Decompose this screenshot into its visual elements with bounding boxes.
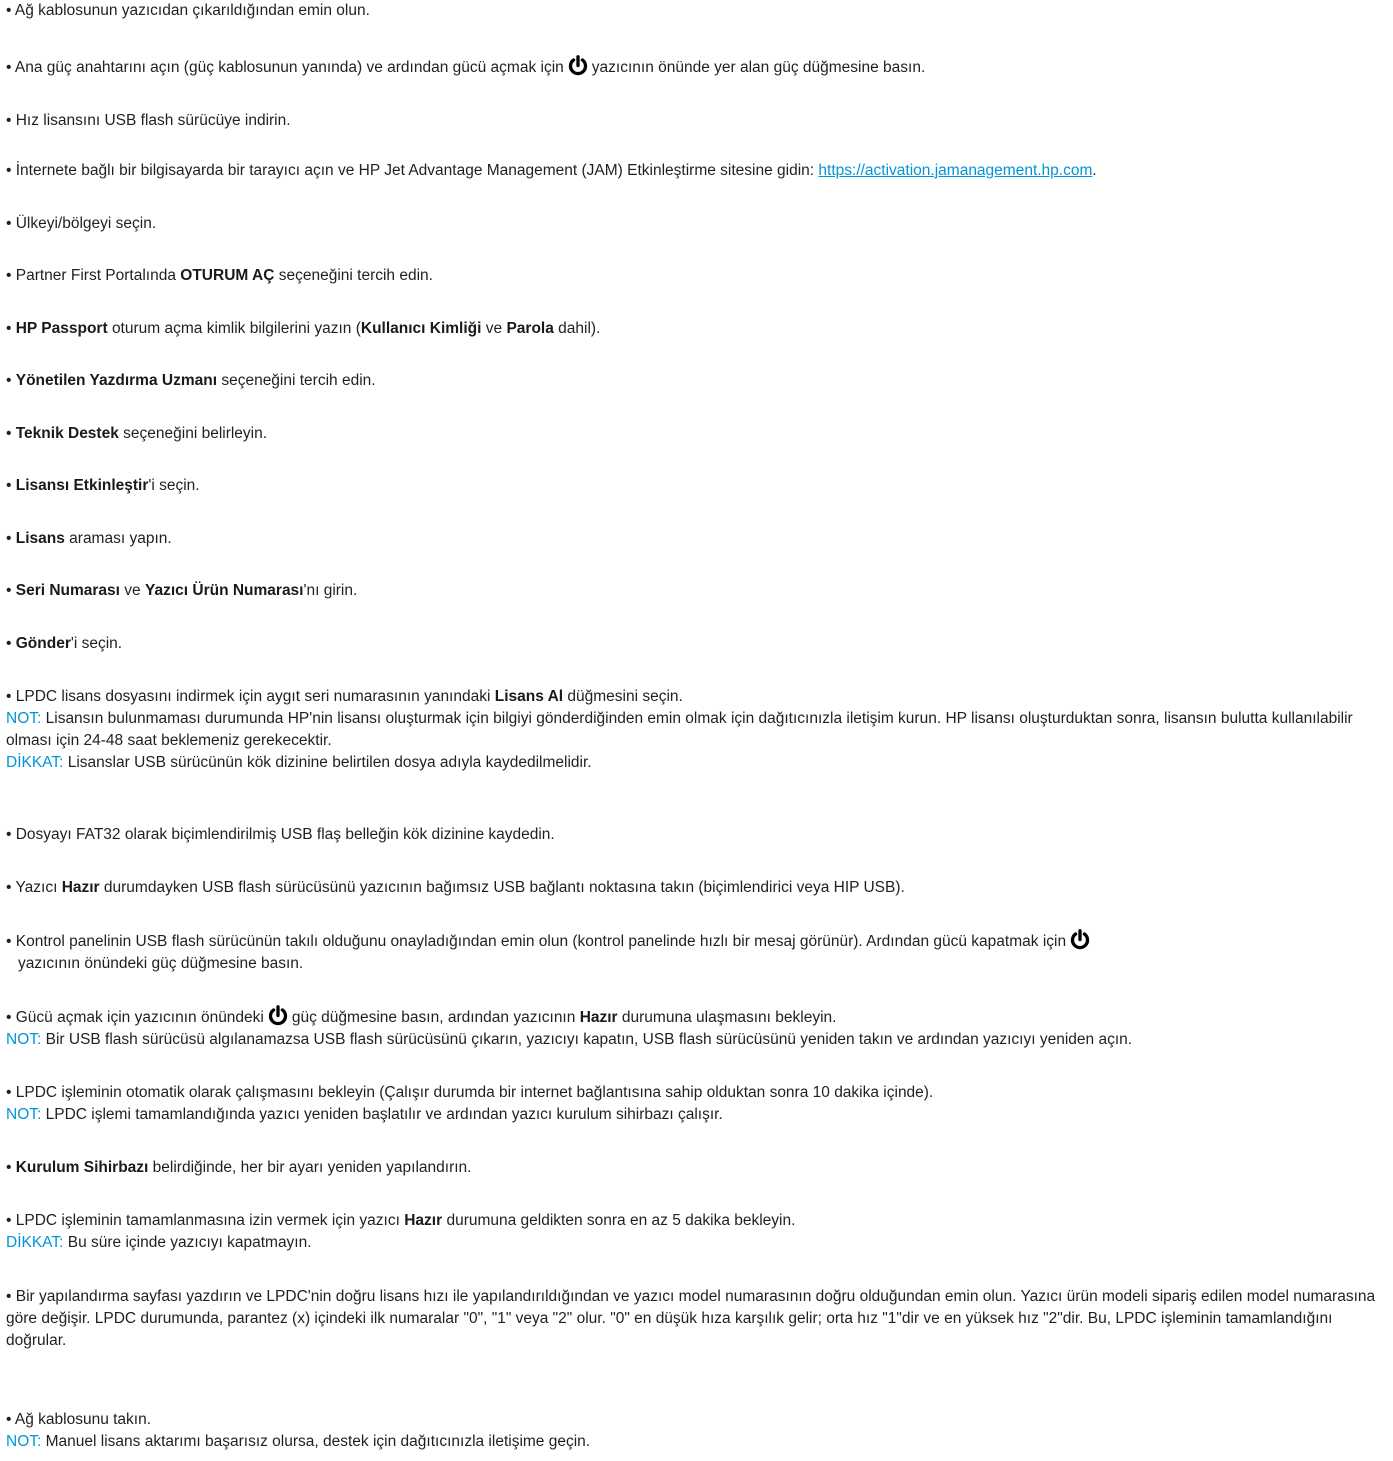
keyword: Yönetilen Yazdırma Uzmanı <box>15 372 218 389</box>
keyword: Hazır <box>61 879 100 896</box>
step-enter-serial: • Seri Numarası ve Yazıcı Ürün Numarası'… <box>6 582 358 599</box>
power-icon <box>567 55 589 77</box>
step-text: düğmesini seçin. <box>567 688 683 705</box>
step-text: İnternete bağlı bir bilgisayarda bir tar… <box>15 162 815 179</box>
keyword: Gönder <box>15 635 71 652</box>
step-text: seçeneğini belirleyin. <box>123 425 268 442</box>
step-search-license: • Lisans araması yapın. <box>6 530 172 547</box>
note-label: NOT: <box>6 1031 42 1048</box>
step-text: yazıcının önünde yer alan güç düğmesine … <box>591 59 926 76</box>
step-text: durumuna ulaşmasını bekleyin. <box>621 1009 837 1026</box>
step-text: seçeneğini tercih edin. <box>278 267 433 284</box>
step-text: LPDC işleminin tamamlanmasına izin verme… <box>15 1212 400 1229</box>
step-download-license: • Hız lisansını USB flash sürücüye indir… <box>6 112 291 129</box>
keyword: Seri Numarası <box>15 582 120 599</box>
note-text: Lisansın bulunmaması durumunda HP'nin li… <box>6 710 1353 749</box>
step-insert-usb: • Yazıcı Hazır durumdayken USB flash sür… <box>6 879 905 896</box>
step-text: Ülkeyi/bölgeyi seçin. <box>15 215 157 232</box>
step-print-specialist: • Yönetilen Yazdırma Uzmanı seçeneğini t… <box>6 372 376 389</box>
caution: DİKKAT: Bu süre içinde yazıcıyı kapatmay… <box>6 1232 1379 1254</box>
caution-label: DİKKAT: <box>6 1234 64 1251</box>
note-text: LPDC işlemi tamamlandığında yazıcı yenid… <box>45 1106 723 1123</box>
caution: DİKKAT: Lisanslar USB sürücünün kök dizi… <box>6 752 1379 774</box>
step-text: durumdayken USB flash sürücüsünü yazıcın… <box>103 879 905 896</box>
step-power-on: • Ana güç anahtarını açın (güç kablosunu… <box>6 55 1379 79</box>
keyword: Kurulum Sihirbazı <box>15 1159 149 1176</box>
note-label: NOT: <box>6 1106 42 1123</box>
keyword: Teknik Destek <box>15 425 119 442</box>
step-text: Bir yapılandırma sayfası yazdırın ve LPD… <box>6 1288 1376 1349</box>
note-text: Manuel lisans aktarımı başarısız olursa,… <box>45 1433 591 1450</box>
step-text: Ağ kablosunu takın. <box>14 1411 152 1428</box>
caution-text: Lisanslar USB sürücünün kök dizinine bel… <box>67 754 592 771</box>
step-text: dahil). <box>558 320 601 337</box>
step-config-page: • Bir yapılandırma sayfası yazdırın ve L… <box>6 1288 1376 1349</box>
step-text: belirdiğinde, her bir ayarı yeniden yapı… <box>152 1159 472 1176</box>
step-text: ve <box>124 582 141 599</box>
step-unplug-network: • Ağ kablosunun yazıcıdan çıkarıldığında… <box>6 2 370 19</box>
step-text: durumuna geldikten sonra en az 5 dakika … <box>446 1212 796 1229</box>
step-text: Kontrol panelinin USB flash sürücünün ta… <box>15 933 1067 950</box>
step-confirm-usb: • Kontrol panelinin USB flash sürücünün … <box>6 929 1379 975</box>
keyword: Lisansı Etkinleştir <box>15 477 149 494</box>
step-select-country: • Ülkeyi/bölgeyi seçin. <box>6 215 157 232</box>
caution-label: DİKKAT: <box>6 754 64 771</box>
keyword: Hazır <box>404 1212 443 1229</box>
step-submit: • Gönder'i seçin. <box>6 635 123 652</box>
step-sign-in: • Partner First Portalında OTURUM AÇ seç… <box>6 267 433 284</box>
step-text: Yazıcı <box>15 879 58 896</box>
document: • Ağ kablosunun yazıcıdan çıkarıldığında… <box>0 0 1393 1461</box>
step-tech-support: • Teknik Destek seçeneğini belirleyin. <box>6 425 268 442</box>
step-power-on-ready: • Gücü açmak için yazıcının önündeki güç … <box>6 1005 1379 1051</box>
step-text: 'i seçin. <box>148 477 200 494</box>
step-wait-lpdc: • LPDC işleminin otomatik olarak çalışma… <box>6 1082 1379 1126</box>
step-get-license: • LPDC lisans dosyasını indirmek için ay… <box>6 686 1379 774</box>
activation-site-link[interactable]: https://activation.jamanagement.hp.com <box>818 162 1092 179</box>
caution-text: Bu süre içinde yazıcıyı kapatmayın. <box>67 1234 312 1251</box>
power-icon <box>267 1005 289 1027</box>
step-text: oturum açma kimlik bilgilerini yazın ( <box>111 320 361 337</box>
note-label: NOT: <box>6 710 42 727</box>
step-text: Gücü açmak için yazıcının önündeki <box>15 1009 264 1026</box>
step-text: araması yapın. <box>69 530 172 547</box>
keyword: Yazıcı Ürün Numarası <box>144 582 304 599</box>
step-text: Hız lisansını USB flash sürücüye indirin… <box>15 112 291 129</box>
keyword: OTURUM AÇ <box>180 267 275 284</box>
note: NOT: Lisansın bulunmaması durumunda HP'n… <box>6 708 1379 752</box>
step-text: yazıcının önündeki güç düğmesine basın. <box>18 955 304 972</box>
note: NOT: LPDC işlemi tamamlandığında yazıcı … <box>6 1104 1379 1126</box>
step-open-browser: • İnternete bağlı bir bilgisayarda bir t… <box>6 162 1097 179</box>
note-label: NOT: <box>6 1433 42 1450</box>
keyword: Kullanıcı Kimliği <box>360 320 482 337</box>
step-activate-license: • Lisansı Etkinleştir'i seçin. <box>6 477 200 494</box>
keyword: Lisans Al <box>494 688 564 705</box>
note: NOT: Manuel lisans aktarımı başarısız ol… <box>6 1431 1379 1453</box>
step-text: ve <box>485 320 503 337</box>
step-text: güç düğmesine basın, ardından yazıcının <box>291 1009 576 1026</box>
step-text: 'nı girin. <box>303 582 358 599</box>
power-icon <box>1069 929 1091 951</box>
step-save-fat32: • Dosyayı FAT32 olarak biçimlendirilmiş … <box>6 826 555 843</box>
step-setup-wizard: • Kurulum Sihirbazı belirdiğinde, her bi… <box>6 1159 472 1176</box>
note-text: Bir USB flash sürücüsü algılanamazsa USB… <box>45 1031 1133 1048</box>
step-text: LPDC işleminin otomatik olarak çalışması… <box>15 1084 934 1101</box>
keyword: HP Passport <box>15 320 108 337</box>
note: NOT: Bir USB flash sürücüsü algılanamazs… <box>6 1029 1379 1051</box>
step-text: Ağ kablosunun yazıcıdan çıkarıldığından … <box>14 2 370 19</box>
keyword: Parola <box>506 320 554 337</box>
step-text: Partner First Portalında <box>15 267 176 284</box>
step-text: seçeneğini tercih edin. <box>221 372 376 389</box>
step-credentials: • HP Passport oturum açma kimlik bilgile… <box>6 320 601 337</box>
step-plug-network: • Ağ kablosunu takın. NOT: Manuel lisans… <box>6 1409 1379 1453</box>
keyword: Lisans <box>15 530 65 547</box>
step-wait-ready: • LPDC işleminin tamamlanmasına izin ver… <box>6 1210 1379 1254</box>
keyword: Hazır <box>579 1009 618 1026</box>
step-text: Ana güç anahtarını açın (güç kablosunun … <box>14 59 564 76</box>
step-text: Dosyayı FAT32 olarak biçimlendirilmiş US… <box>15 826 555 843</box>
step-text: 'i seçin. <box>70 635 123 652</box>
step-text: LPDC lisans dosyasını indirmek için aygı… <box>15 688 491 705</box>
